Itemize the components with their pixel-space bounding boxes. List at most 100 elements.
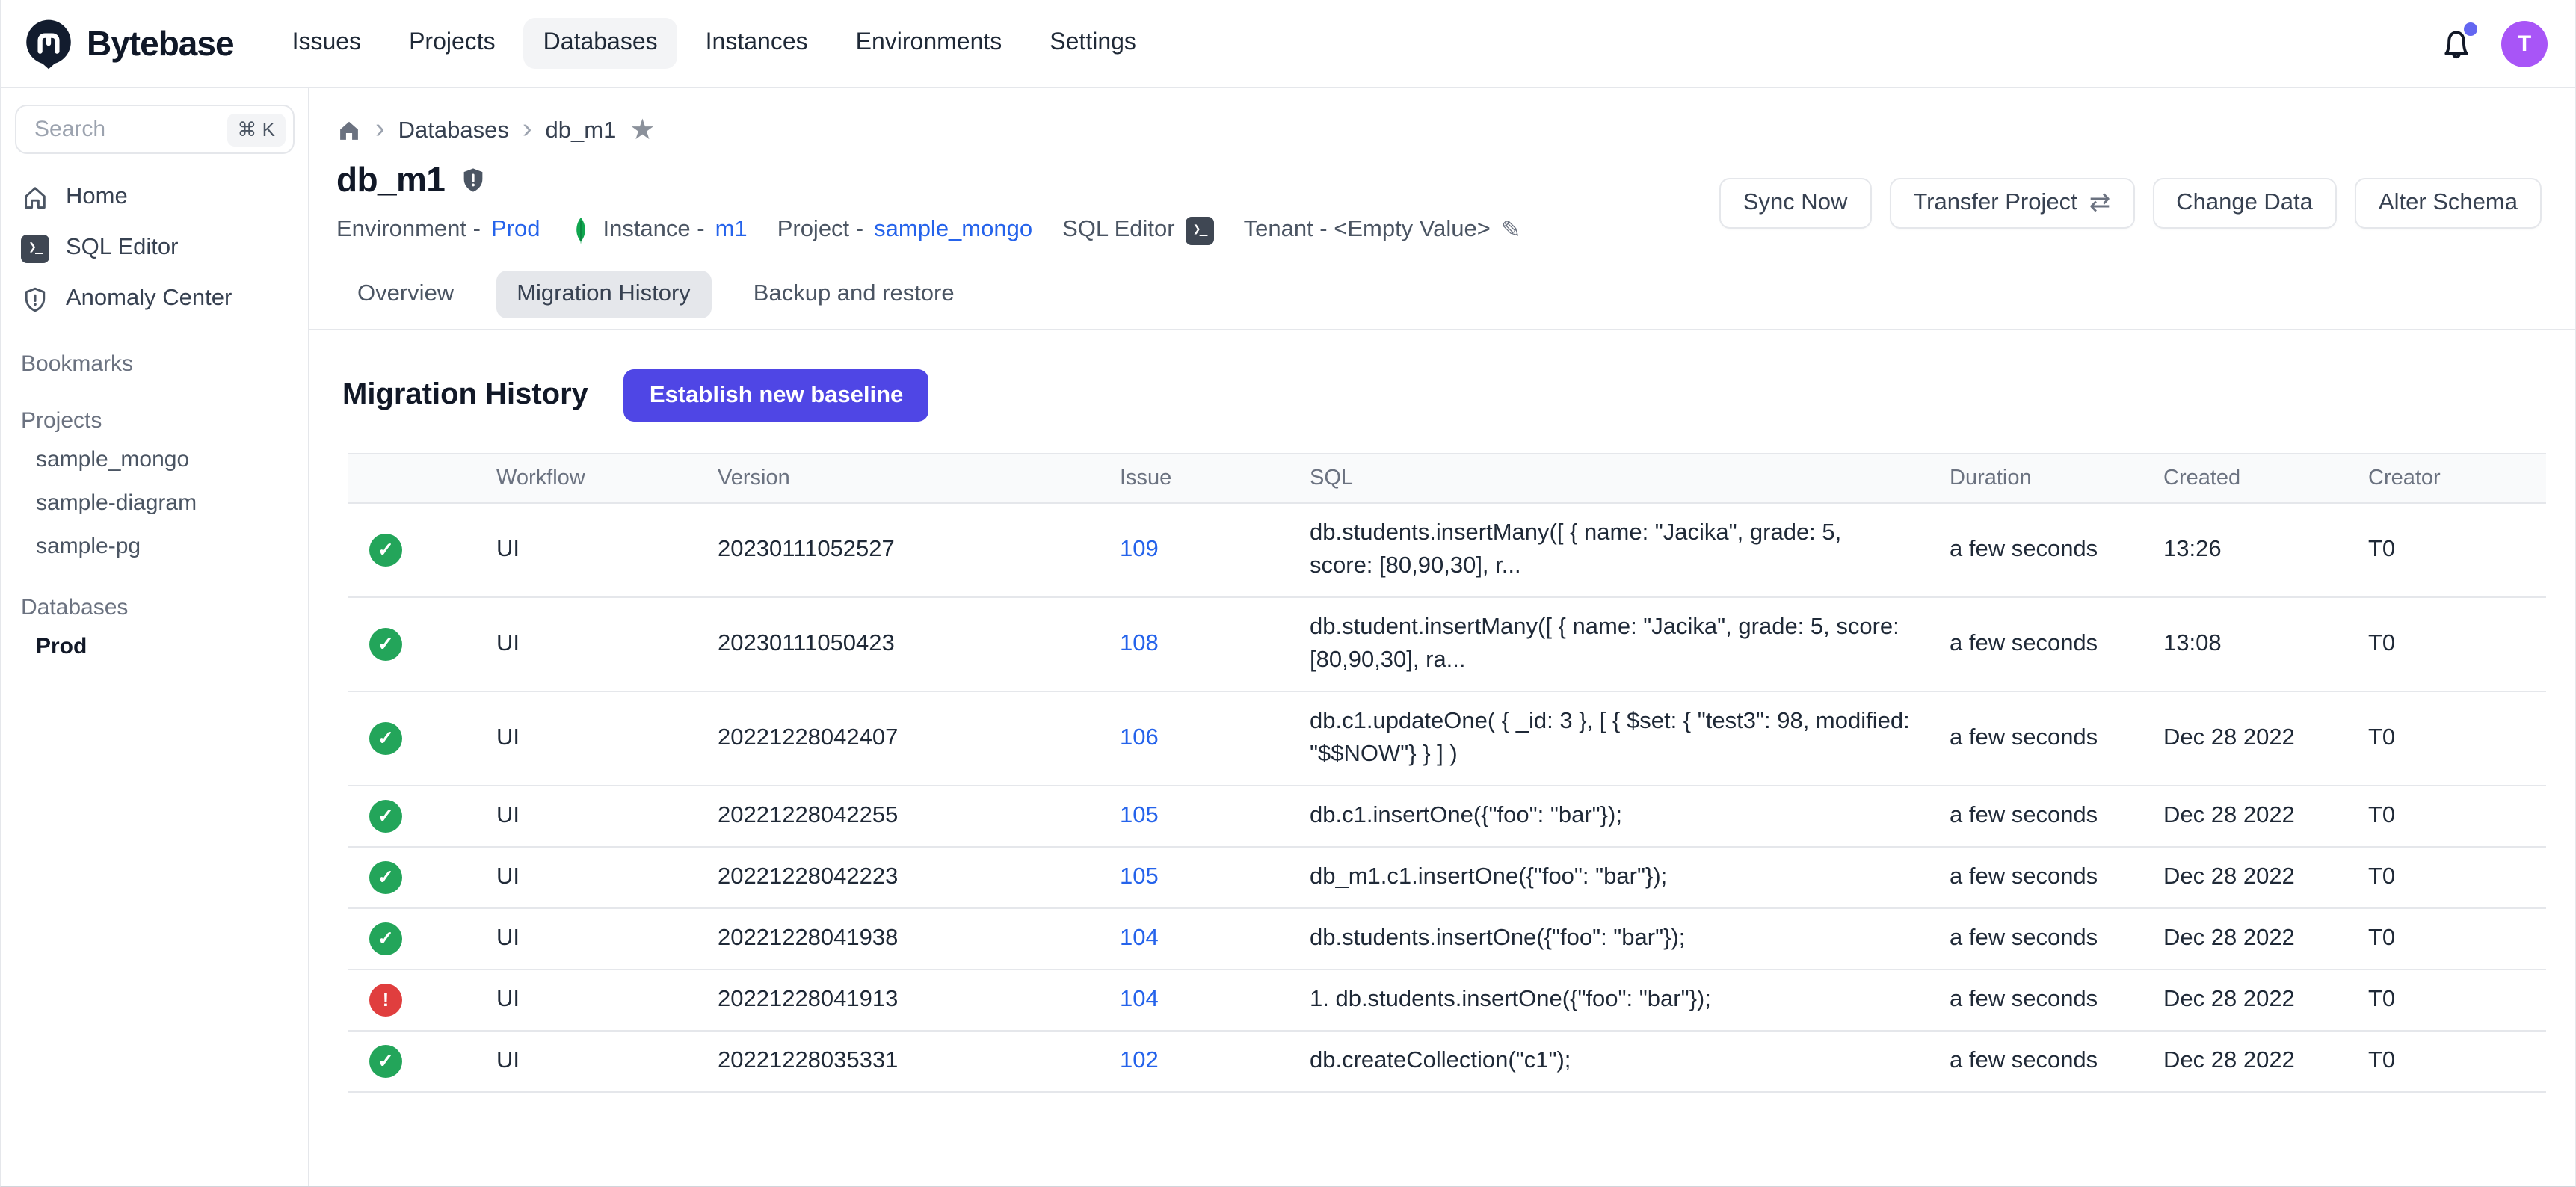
creator-cell: T0 bbox=[2368, 908, 2546, 969]
instance-link[interactable]: m1 bbox=[715, 217, 748, 244]
duration-cell: a few seconds bbox=[1950, 597, 2163, 691]
sidebar-item-home[interactable]: Home bbox=[1, 172, 308, 223]
issue-link[interactable]: 102 bbox=[1120, 1048, 1159, 1073]
sidebar-project-sample-pg[interactable]: sample-pg bbox=[1, 525, 308, 568]
alter-schema-button[interactable]: Alter Schema bbox=[2355, 177, 2542, 228]
col-issue: Issue bbox=[1120, 454, 1310, 503]
sidebar-database-prod[interactable]: Prod bbox=[1, 625, 308, 668]
status-icon: ✓ bbox=[369, 922, 402, 955]
nav-issues[interactable]: Issues bbox=[273, 18, 381, 69]
created-cell: Dec 28 2022 bbox=[2163, 786, 2368, 847]
created-cell: Dec 28 2022 bbox=[2163, 691, 2368, 786]
search-input[interactable] bbox=[31, 115, 227, 144]
created-cell: Dec 28 2022 bbox=[2163, 847, 2368, 908]
shield-alert-icon bbox=[21, 285, 49, 313]
notification-dot bbox=[2464, 22, 2477, 36]
main-content: › Databases › db_m1 ★ db_m1 bbox=[309, 88, 2575, 1186]
transfer-project-button[interactable]: Transfer Project ⇄ bbox=[1889, 177, 2134, 228]
page-title: db_m1 bbox=[336, 160, 445, 200]
status-icon: ✓ bbox=[369, 861, 402, 894]
nav-instances[interactable]: Instances bbox=[686, 18, 828, 69]
table-row[interactable]: ✓ UI 20221228042255 105 db.c1.insertOne(… bbox=[348, 786, 2546, 847]
table-row[interactable]: ✓ UI 20221228041938 104 db.students.inse… bbox=[348, 908, 2546, 969]
page-actions: Sync Now Transfer Project ⇄ Change Data … bbox=[1719, 177, 2542, 228]
duration-cell: a few seconds bbox=[1950, 691, 2163, 786]
sidebar-item-sql-editor[interactable]: ❯_ SQL Editor bbox=[1, 223, 308, 274]
table-row[interactable]: ✓ UI 20221228035331 102 db.createCollect… bbox=[348, 1031, 2546, 1092]
status-icon: ✓ bbox=[369, 800, 402, 833]
bookmark-star-icon[interactable]: ★ bbox=[629, 117, 655, 145]
breadcrumb-databases[interactable]: Databases bbox=[398, 117, 509, 144]
project-label: Project - bbox=[777, 217, 863, 244]
environment-link[interactable]: Prod bbox=[491, 217, 540, 244]
table-row[interactable]: ✓ UI 20230111052527 109 db.students.inse… bbox=[348, 503, 2546, 597]
sidebar-item-label: Anomaly Center bbox=[66, 286, 232, 312]
duration-cell: a few seconds bbox=[1950, 969, 2163, 1031]
col-duration: Duration bbox=[1950, 454, 2163, 503]
brand-home-link[interactable]: Bytebase bbox=[22, 17, 234, 70]
tab-overview[interactable]: Overview bbox=[336, 271, 475, 318]
table-row[interactable]: ✓ UI 20221228042223 105 db_m1.c1.insertO… bbox=[348, 847, 2546, 908]
workflow-cell: UI bbox=[496, 786, 718, 847]
sidebar-project-sample-diagram[interactable]: sample-diagram bbox=[1, 481, 308, 525]
duration-cell: a few seconds bbox=[1950, 847, 2163, 908]
issue-link[interactable]: 105 bbox=[1120, 803, 1159, 828]
issue-link[interactable]: 108 bbox=[1120, 631, 1159, 656]
search-box: ⌘ K bbox=[15, 105, 295, 154]
database-meta-row: Environment - Prod Instance - m1 bbox=[336, 215, 1719, 245]
creator-cell: T0 bbox=[2368, 597, 2546, 691]
user-avatar[interactable]: T bbox=[2501, 20, 2548, 67]
version-cell: 20230111050423 bbox=[718, 597, 1120, 691]
nav-projects[interactable]: Projects bbox=[389, 18, 515, 69]
table-row[interactable]: ✓ UI 20221228042407 106 db.c1.updateOne(… bbox=[348, 691, 2546, 786]
issue-link[interactable]: 109 bbox=[1120, 537, 1159, 562]
nav-environments[interactable]: Environments bbox=[836, 18, 1022, 69]
sql-cell: db_m1.c1.insertOne({"foo": "bar"}); bbox=[1310, 847, 1950, 908]
home-icon bbox=[21, 183, 49, 212]
issue-link[interactable]: 104 bbox=[1120, 925, 1159, 951]
search-shortcut-badge: ⌘ K bbox=[227, 113, 286, 146]
sidebar-project-sample-mongo[interactable]: sample_mongo bbox=[1, 438, 308, 481]
change-data-button[interactable]: Change Data bbox=[2152, 177, 2337, 228]
environment-label: Environment - bbox=[336, 217, 481, 244]
sidebar-item-anomaly-center[interactable]: Anomaly Center bbox=[1, 274, 308, 324]
table-header-row: Workflow Version Issue SQL Duration Crea… bbox=[348, 454, 2546, 503]
sync-now-button[interactable]: Sync Now bbox=[1719, 177, 1872, 228]
notifications-bell-icon[interactable] bbox=[2438, 25, 2474, 61]
breadcrumb-db-m1[interactable]: db_m1 bbox=[546, 117, 617, 144]
establish-baseline-button[interactable]: Establish new baseline bbox=[624, 369, 928, 422]
migration-history-heading: Migration History bbox=[342, 378, 588, 413]
creator-cell: T0 bbox=[2368, 1031, 2546, 1092]
duration-cell: a few seconds bbox=[1950, 503, 2163, 597]
issue-link[interactable]: 104 bbox=[1120, 987, 1159, 1012]
workflow-cell: UI bbox=[496, 503, 718, 597]
sql-editor-terminal-icon[interactable]: ❯_ bbox=[1186, 216, 1214, 244]
migration-table-body: ✓ UI 20230111052527 109 db.students.inse… bbox=[348, 503, 2546, 1092]
creator-cell: T0 bbox=[2368, 691, 2546, 786]
workflow-cell: UI bbox=[496, 847, 718, 908]
database-tabs: Overview Migration History Backup and re… bbox=[336, 271, 2542, 329]
workflow-cell: UI bbox=[496, 1031, 718, 1092]
breadcrumb-home-icon[interactable] bbox=[336, 118, 362, 144]
tab-migration-history[interactable]: Migration History bbox=[496, 271, 712, 318]
col-status bbox=[348, 454, 496, 503]
issue-link[interactable]: 105 bbox=[1120, 864, 1159, 890]
col-sql: SQL bbox=[1310, 454, 1950, 503]
edit-pencil-icon[interactable]: ✎ bbox=[1501, 215, 1521, 245]
transfer-arrows-icon: ⇄ bbox=[2089, 188, 2111, 218]
project-link[interactable]: sample_mongo bbox=[874, 217, 1032, 244]
col-created: Created bbox=[2163, 454, 2368, 503]
nav-settings[interactable]: Settings bbox=[1030, 18, 1156, 69]
col-workflow: Workflow bbox=[496, 454, 718, 503]
table-row[interactable]: ✓ UI 20230111050423 108 db.student.inser… bbox=[348, 597, 2546, 691]
duration-cell: a few seconds bbox=[1950, 908, 2163, 969]
chevron-right-icon: › bbox=[375, 115, 385, 144]
workflow-cell: UI bbox=[496, 691, 718, 786]
table-row[interactable]: ! UI 20221228041913 104 1. db.students.i… bbox=[348, 969, 2546, 1031]
migration-history-table: Workflow Version Issue SQL Duration Crea… bbox=[348, 453, 2546, 1093]
version-cell: 20230111052527 bbox=[718, 503, 1120, 597]
sidebar-item-label: SQL Editor bbox=[66, 235, 179, 262]
tab-backup-and-restore[interactable]: Backup and restore bbox=[733, 271, 976, 318]
nav-databases[interactable]: Databases bbox=[524, 18, 677, 69]
issue-link[interactable]: 106 bbox=[1120, 725, 1159, 750]
